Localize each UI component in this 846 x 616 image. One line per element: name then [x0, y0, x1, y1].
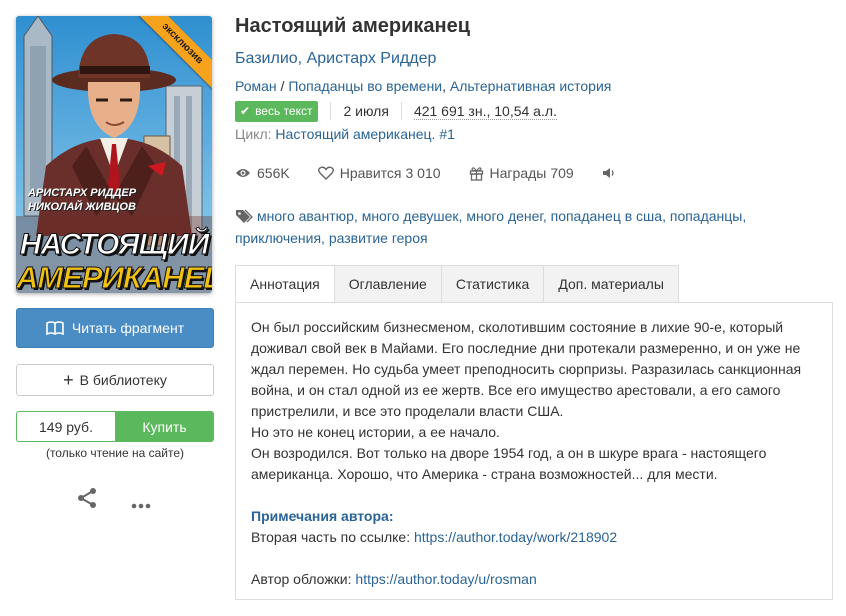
- author-separator: ,: [297, 50, 307, 67]
- price-note: (только чтение на сайте): [45, 446, 185, 460]
- buy-button[interactable]: Купить: [115, 411, 214, 442]
- gift-icon: [469, 166, 483, 181]
- annotation-paragraph: Он возродился. Вот только на дворе 1954 …: [251, 445, 767, 482]
- text-size: 421 691 зн., 10,54 а.л.: [413, 102, 557, 120]
- author-notes-heading: Примечания автора:: [251, 508, 394, 524]
- sequel-text: Вторая часть по ссылке:: [251, 529, 414, 545]
- cover-title-line: АМЕРИКАНЕЦ: [16, 260, 212, 294]
- price-box: 149 руб.: [16, 411, 116, 442]
- cover-author-line: НИКОЛАЙ ЖИВЦОВ: [28, 201, 136, 213]
- status-badge-label: весь текст: [255, 104, 313, 118]
- awards-button[interactable]: Награды 709: [469, 165, 574, 181]
- genre-link[interactable]: Попаданцы во времени: [288, 78, 442, 94]
- speaker-icon: [602, 168, 614, 178]
- authors-line: Базилио, Аристарх Риддер: [235, 50, 436, 68]
- tag-link[interactable]: развитие героя: [329, 230, 428, 246]
- views-count: 656K: [257, 165, 290, 181]
- audio-button[interactable]: [602, 167, 622, 179]
- tab-statistics[interactable]: Статистика: [441, 265, 545, 303]
- tab-annotation[interactable]: Аннотация: [235, 265, 335, 303]
- check-icon: ✔: [240, 104, 251, 118]
- annotation-paragraph: Он был российским бизнесменом, сколотивш…: [251, 319, 802, 419]
- annotation-panel: Он был российским бизнесменом, сколотивш…: [235, 302, 833, 600]
- genre-separator: ,: [442, 78, 450, 94]
- divider: [400, 102, 402, 120]
- book-cover[interactable]: эксклюзив АРИСТАРХ РИДДЕР НИКОЛАЙ ЖИВЦОВ…: [16, 16, 212, 293]
- sequel-link[interactable]: https://author.today/work/218902: [414, 529, 617, 545]
- update-date: 2 июля: [343, 103, 389, 119]
- stats-bar: 656K Нравится 3 010 Награды 709: [235, 165, 650, 181]
- cover-author-note: Автор обложки: https://author.today/u/ro…: [251, 569, 817, 590]
- tag-link[interactable]: приключения: [235, 230, 321, 246]
- share-icon[interactable]: [76, 487, 98, 514]
- author-link[interactable]: Аристарх Риддер: [307, 50, 437, 67]
- cycle-link[interactable]: Настоящий американец. #1: [275, 126, 454, 142]
- add-to-library-button[interactable]: + В библиотеку: [16, 364, 214, 396]
- status-badge: ✔ весь текст: [235, 100, 319, 122]
- author-link[interactable]: Базилио: [235, 50, 298, 67]
- genres-line: Роман / Попаданцы во времени, Альтернати…: [235, 78, 611, 94]
- divider: [330, 102, 332, 120]
- genre-separator: /: [276, 78, 289, 94]
- open-book-icon: [46, 321, 64, 335]
- cover-author-link[interactable]: https://author.today/u/rosman: [355, 571, 536, 587]
- likes-count: 3 010: [405, 165, 441, 181]
- content-tabs: Аннотация Оглавление Статистика Доп. мат…: [235, 265, 679, 303]
- read-fragment-button[interactable]: Читать фрагмент: [16, 308, 214, 348]
- add-to-library-label: В библиотеку: [79, 372, 167, 388]
- genre-link[interactable]: Альтернативная история: [450, 78, 611, 94]
- likes-label: Нравится: [339, 165, 402, 181]
- cover-author-text: Автор обложки:: [251, 571, 356, 587]
- heart-icon: [317, 166, 334, 180]
- tag-link[interactable]: попаданцы: [670, 208, 743, 224]
- annotation-paragraph: Но это не конец истории, а ее начало.: [251, 424, 500, 440]
- tag-link[interactable]: много девушек: [362, 208, 459, 224]
- book-meta: ✔ весь текст 2 июля 421 691 зн., 10,54 а…: [235, 100, 557, 122]
- genre-link[interactable]: Роман: [235, 78, 277, 94]
- tags-list: много авантюр, много девушек, много дене…: [235, 208, 747, 246]
- sequel-note: Вторая часть по ссылке: https://author.t…: [251, 527, 817, 548]
- tag-link[interactable]: много авантюр: [257, 208, 354, 224]
- eye-icon: [236, 169, 250, 177]
- cover-author-line: АРИСТАРХ РИДДЕР: [28, 187, 137, 199]
- tab-extra-materials[interactable]: Доп. материалы: [544, 265, 679, 303]
- cycle-line: Цикл: Настоящий американец. #1: [235, 126, 455, 142]
- plus-icon: +: [63, 370, 74, 390]
- tag-link[interactable]: много денег: [466, 208, 543, 224]
- awards-label: Награды: [489, 165, 547, 181]
- tags-icon: [236, 209, 253, 223]
- read-fragment-label: Читать фрагмент: [71, 320, 185, 336]
- like-button[interactable]: Нравится 3 010: [317, 165, 441, 181]
- book-title: Настоящий американец: [235, 15, 471, 37]
- tab-contents[interactable]: Оглавление: [334, 265, 442, 303]
- cycle-label: Цикл:: [235, 126, 272, 142]
- tag-link[interactable]: попаданец в сша: [551, 208, 662, 224]
- cover-title-line: НАСТОЯЩИЙ: [19, 228, 210, 262]
- more-options-icon[interactable]: [131, 496, 151, 514]
- views-stat: 656K: [235, 165, 290, 181]
- awards-count: 709: [550, 165, 574, 181]
- cover-authors: АРИСТАРХ РИДДЕР НИКОЛАЙ ЖИВЦОВ: [28, 186, 136, 214]
